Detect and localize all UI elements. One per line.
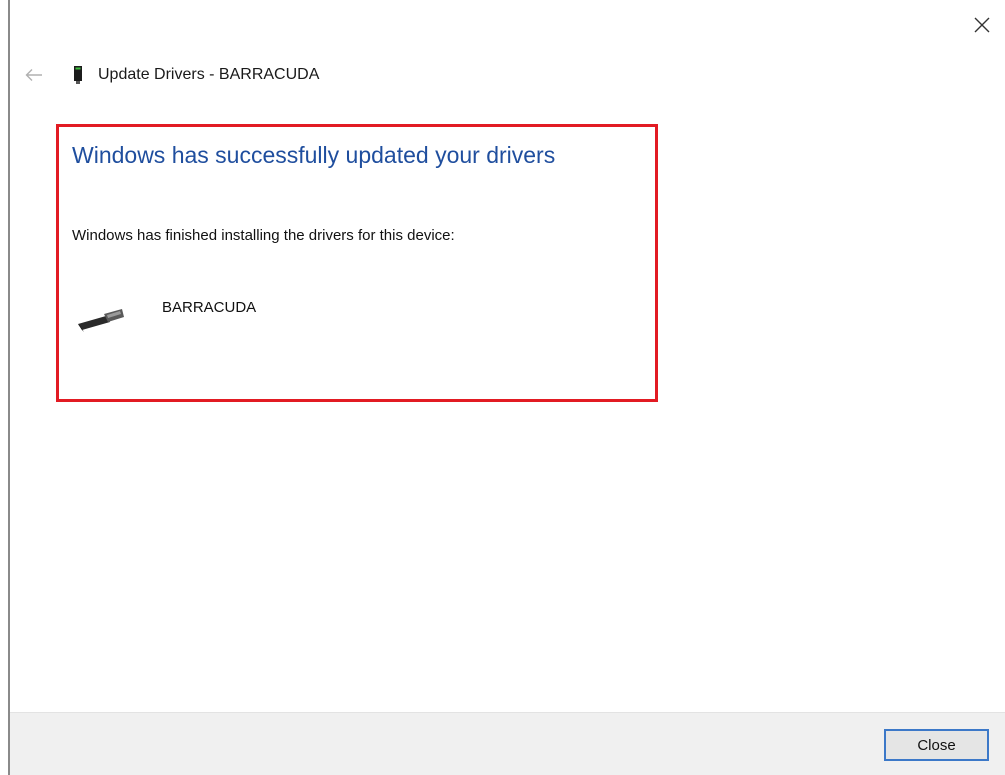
usb-connector-icon [76,302,126,336]
close-icon[interactable] [967,10,997,40]
dialog-header: Update Drivers - BARRACUDA [22,62,319,88]
success-heading: Windows has successfully updated your dr… [72,142,556,168]
usb-device-icon [72,64,84,86]
close-button[interactable]: Close [884,729,989,761]
finished-message: Windows has finished installing the driv… [72,227,455,244]
update-drivers-dialog: Update Drivers - BARRACUDA Windows has s… [0,0,1005,775]
dialog-footer: Close [10,712,1005,775]
back-arrow-icon[interactable] [22,63,46,87]
device-name: BARRACUDA [162,299,257,316]
window-left-border [8,0,10,775]
dialog-title: Update Drivers - BARRACUDA [98,66,320,83]
